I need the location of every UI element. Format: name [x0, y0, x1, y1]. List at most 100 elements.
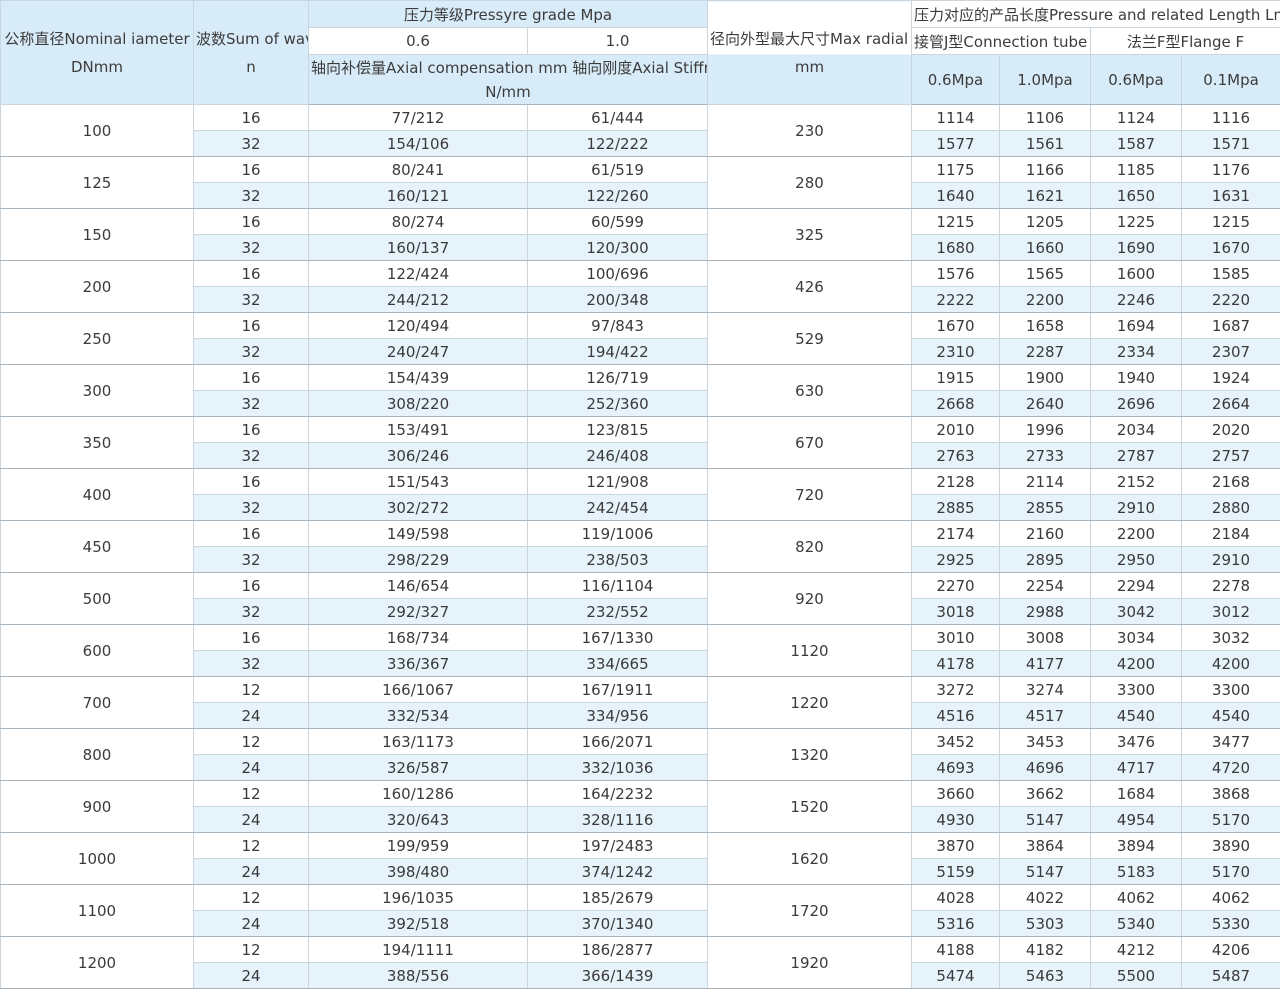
- axial-10-cell: 61/519: [528, 157, 708, 183]
- length-cell-2: 3894: [1091, 833, 1182, 859]
- axial-10-cell: 164/2232: [528, 781, 708, 807]
- axial-10-cell: 60/599: [528, 209, 708, 235]
- axial-06-cell: 392/518: [309, 911, 528, 937]
- axial-06-cell: 122/424: [309, 261, 528, 287]
- spec-row-primary: 110012196/1035185/2679172040284022406240…: [1, 885, 1280, 911]
- length-cell-2: 3034: [1091, 625, 1182, 651]
- axial-10-cell: 126/719: [528, 365, 708, 391]
- axial-06-cell: 240/247: [309, 339, 528, 365]
- dn-cell: 125: [1, 157, 194, 209]
- axial-06-cell: 199/959: [309, 833, 528, 859]
- spec-table-body: 1001677/21261/44423011141106112411163215…: [1, 105, 1280, 989]
- axial-06-cell: 160/121: [309, 183, 528, 209]
- wave-cell: 32: [194, 443, 309, 469]
- axial-06-cell: 151/543: [309, 469, 528, 495]
- length-cell-0: 2270: [912, 573, 1000, 599]
- wave-cell: 24: [194, 807, 309, 833]
- length-cell-2: 4717: [1091, 755, 1182, 781]
- radial-size-cell: 920: [708, 573, 912, 625]
- length-cell-0: 2925: [912, 547, 1000, 573]
- wave-cell: 16: [194, 521, 309, 547]
- wave-cell: 16: [194, 105, 309, 131]
- dn-cell: 800: [1, 729, 194, 781]
- length-cell-2: 2696: [1091, 391, 1182, 417]
- axial-10-cell: 122/222: [528, 131, 708, 157]
- length-cell-3: 1631: [1182, 183, 1280, 209]
- dn-cell: 900: [1, 781, 194, 833]
- length-cell-3: 2278: [1182, 573, 1280, 599]
- length-cell-1: 4517: [1000, 703, 1091, 729]
- length-cell-0: 1576: [912, 261, 1000, 287]
- length-cell-3: 5170: [1182, 859, 1280, 885]
- length-cell-1: 1660: [1000, 235, 1091, 261]
- length-cell-0: 1175: [912, 157, 1000, 183]
- dn-cell: 250: [1, 313, 194, 365]
- header-nominal-diameter: 公称直径Nominal iameter DNmm: [1, 1, 194, 105]
- length-cell-0: 2010: [912, 417, 1000, 443]
- length-cell-3: 5330: [1182, 911, 1280, 937]
- axial-06-cell: 120/494: [309, 313, 528, 339]
- axial-06-cell: 166/1067: [309, 677, 528, 703]
- length-cell-1: 1106: [1000, 105, 1091, 131]
- header-axial-compensation-line2: N/mm: [311, 80, 705, 104]
- length-cell-2: 1124: [1091, 105, 1182, 131]
- axial-10-cell: 122/260: [528, 183, 708, 209]
- dn-cell: 600: [1, 625, 194, 677]
- radial-size-cell: 1620: [708, 833, 912, 885]
- wave-cell: 12: [194, 937, 309, 963]
- header-max-radial-size-line2: mm: [710, 53, 909, 81]
- axial-10-cell: 97/843: [528, 313, 708, 339]
- axial-06-cell: 194/1111: [309, 937, 528, 963]
- wave-cell: 16: [194, 261, 309, 287]
- wave-cell: 24: [194, 963, 309, 989]
- length-cell-1: 1205: [1000, 209, 1091, 235]
- length-cell-1: 1621: [1000, 183, 1091, 209]
- axial-10-cell: 61/444: [528, 105, 708, 131]
- length-cell-0: 3010: [912, 625, 1000, 651]
- axial-10-cell: 238/503: [528, 547, 708, 573]
- length-cell-1: 5303: [1000, 911, 1091, 937]
- length-cell-0: 5159: [912, 859, 1000, 885]
- radial-size-cell: 1320: [708, 729, 912, 781]
- length-cell-0: 1680: [912, 235, 1000, 261]
- length-cell-0: 3660: [912, 781, 1000, 807]
- length-cell-1: 2114: [1000, 469, 1091, 495]
- axial-06-cell: 292/327: [309, 599, 528, 625]
- radial-size-cell: 630: [708, 365, 912, 417]
- length-cell-2: 2152: [1091, 469, 1182, 495]
- length-cell-1: 3453: [1000, 729, 1091, 755]
- length-cell-0: 3452: [912, 729, 1000, 755]
- dn-cell: 100: [1, 105, 194, 157]
- spec-table: 公称直径Nominal iameter DNmm 波数Sum of wave n…: [0, 0, 1280, 989]
- length-cell-2: 4954: [1091, 807, 1182, 833]
- radial-size-cell: 720: [708, 469, 912, 521]
- spec-row-primary: 30016154/439126/7196301915190019401924: [1, 365, 1280, 391]
- length-cell-3: 3477: [1182, 729, 1280, 755]
- axial-10-cell: 100/696: [528, 261, 708, 287]
- wave-cell: 16: [194, 625, 309, 651]
- spec-row-primary: 50016146/654116/11049202270225422942278: [1, 573, 1280, 599]
- header-nominal-diameter-line1: 公称直径Nominal iameter: [3, 25, 191, 53]
- axial-10-cell: 119/1006: [528, 521, 708, 547]
- axial-10-cell: 197/2483: [528, 833, 708, 859]
- length-cell-3: 2168: [1182, 469, 1280, 495]
- dn-cell: 300: [1, 365, 194, 417]
- length-cell-3: 2307: [1182, 339, 1280, 365]
- axial-06-cell: 306/246: [309, 443, 528, 469]
- length-cell-0: 5474: [912, 963, 1000, 989]
- length-cell-0: 1215: [912, 209, 1000, 235]
- wave-cell: 32: [194, 495, 309, 521]
- axial-06-cell: 80/241: [309, 157, 528, 183]
- wave-cell: 12: [194, 833, 309, 859]
- wave-cell: 12: [194, 885, 309, 911]
- axial-10-cell: 121/908: [528, 469, 708, 495]
- dn-cell: 450: [1, 521, 194, 573]
- header-flange-f: 法兰F型Flange F: [1091, 28, 1280, 55]
- length-cell-2: 1600: [1091, 261, 1182, 287]
- length-cell-2: 1587: [1091, 131, 1182, 157]
- axial-06-cell: 388/556: [309, 963, 528, 989]
- wave-cell: 16: [194, 313, 309, 339]
- axial-10-cell: 232/552: [528, 599, 708, 625]
- spec-row-primary: 35016153/491123/8156702010199620342020: [1, 417, 1280, 443]
- axial-06-cell: 77/212: [309, 105, 528, 131]
